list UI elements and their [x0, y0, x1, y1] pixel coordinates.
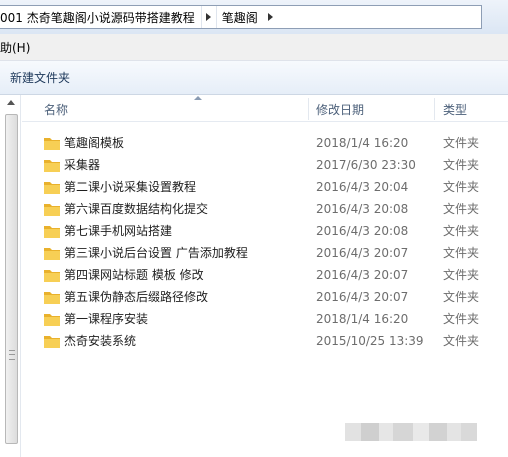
file-type: 文件夹	[443, 246, 480, 260]
folder-icon	[44, 182, 60, 194]
file-name: 第四课网站标题 模板 修改	[64, 268, 204, 282]
list-item[interactable]: 第一课程序安装 2018/1/4 16:20 文件夹	[22, 308, 508, 330]
address-bar: 001 杰奇笔趣阁小说源码带搭建教程 笔趣阁	[0, 0, 508, 34]
breadcrumb[interactable]: 001 杰奇笔趣阁小说源码带搭建教程 笔趣阁	[0, 5, 482, 29]
folder-icon	[44, 336, 60, 348]
folder-icon	[44, 160, 60, 172]
folder-icon	[44, 292, 60, 304]
folder-icon	[44, 314, 60, 326]
scrollbar-thumb[interactable]	[5, 114, 18, 444]
menu-item-help[interactable]: 助(H)	[0, 39, 36, 56]
file-name: 第二课小说采集设置教程	[64, 180, 197, 194]
column-divider[interactable]	[308, 98, 309, 120]
folder-icon	[44, 226, 60, 238]
file-type: 文件夹	[443, 290, 480, 304]
column-header-date-label: 修改日期	[316, 102, 365, 117]
file-date: 2016/4/3 20:08	[316, 202, 409, 216]
file-name: 笔趣阁模板	[64, 136, 125, 150]
file-name: 第一课程序安装	[64, 312, 149, 326]
file-name: 第三课小说后台设置 广告添加教程	[64, 246, 248, 260]
folder-icon	[44, 138, 60, 150]
list-item[interactable]: 第五课伪静态后缀路径修改 2016/4/3 20:07 文件夹	[22, 286, 508, 308]
chevron-right-icon[interactable]	[200, 6, 217, 28]
list-item[interactable]: 第四课网站标题 模板 修改 2016/4/3 20:07 文件夹	[22, 264, 508, 286]
folder-icon	[44, 204, 60, 216]
file-date: 2016/4/3 20:07	[316, 268, 409, 282]
scroll-up-arrow-icon[interactable]	[7, 100, 15, 105]
list-item[interactable]: 杰奇安装系统 2015/10/25 13:39 文件夹	[22, 330, 508, 352]
file-date: 2018/1/4 16:20	[316, 136, 409, 150]
file-date: 2016/4/3 20:07	[316, 290, 409, 304]
file-type: 文件夹	[443, 136, 480, 150]
file-date: 2015/10/25 13:39	[316, 334, 424, 348]
column-header-type-label: 类型	[443, 102, 468, 117]
list-item[interactable]: 第三课小说后台设置 广告添加教程 2016/4/3 20:07 文件夹	[22, 242, 508, 264]
file-date: 2018/1/4 16:20	[316, 312, 409, 326]
file-date: 2016/4/3 20:04	[316, 180, 409, 194]
column-header-date[interactable]: 修改日期	[316, 96, 434, 122]
file-type: 文件夹	[443, 180, 480, 194]
folder-icon	[44, 270, 60, 282]
file-date: 2016/4/3 20:08	[316, 224, 409, 238]
file-type: 文件夹	[443, 312, 480, 326]
column-header-name[interactable]: 名称	[44, 96, 304, 122]
grip-icon	[9, 350, 15, 360]
file-type: 文件夹	[443, 224, 480, 238]
column-header-name-label: 名称	[44, 102, 69, 117]
list-item[interactable]: 笔趣阁模板 2018/1/4 16:20 文件夹	[22, 132, 508, 154]
chevron-right-icon[interactable]	[264, 6, 278, 28]
column-header-type[interactable]: 类型	[443, 96, 503, 122]
file-name: 第五课伪静态后缀路径修改	[64, 290, 209, 304]
blurred-watermark	[345, 423, 477, 441]
menu-bar: 助(H)	[0, 34, 508, 61]
file-date: 2017/6/30 23:30	[316, 158, 416, 172]
breadcrumb-item-course[interactable]: 001 杰奇笔趣阁小说源码带搭建教程	[0, 9, 199, 26]
toolbar: 新建文件夹	[0, 61, 508, 95]
column-header-row: 名称 修改日期 类型	[22, 96, 508, 122]
file-name: 第七课手机网站搭建	[64, 224, 173, 238]
breadcrumb-item-biquge[interactable]: 笔趣阁	[222, 9, 262, 26]
vertical-scrollbar[interactable]	[4, 96, 19, 454]
column-divider[interactable]	[434, 98, 435, 120]
new-folder-button[interactable]: 新建文件夹	[3, 66, 77, 89]
list-item[interactable]: 第七课手机网站搭建 2016/4/3 20:08 文件夹	[22, 220, 508, 242]
folder-icon	[44, 248, 60, 260]
file-type: 文件夹	[443, 268, 480, 282]
file-type: 文件夹	[443, 202, 480, 216]
list-item[interactable]: 采集器 2017/6/30 23:30 文件夹	[22, 154, 508, 176]
file-name: 杰奇安装系统	[64, 334, 137, 348]
file-type: 文件夹	[443, 334, 480, 348]
file-type: 文件夹	[443, 158, 480, 172]
file-date: 2016/4/3 20:07	[316, 246, 409, 260]
file-name: 第六课百度数据结构化提交	[64, 202, 209, 216]
file-name: 采集器	[64, 158, 101, 172]
list-item[interactable]: 第六课百度数据结构化提交 2016/4/3 20:08 文件夹	[22, 198, 508, 220]
list-item[interactable]: 第二课小说采集设置教程 2016/4/3 20:04 文件夹	[22, 176, 508, 198]
